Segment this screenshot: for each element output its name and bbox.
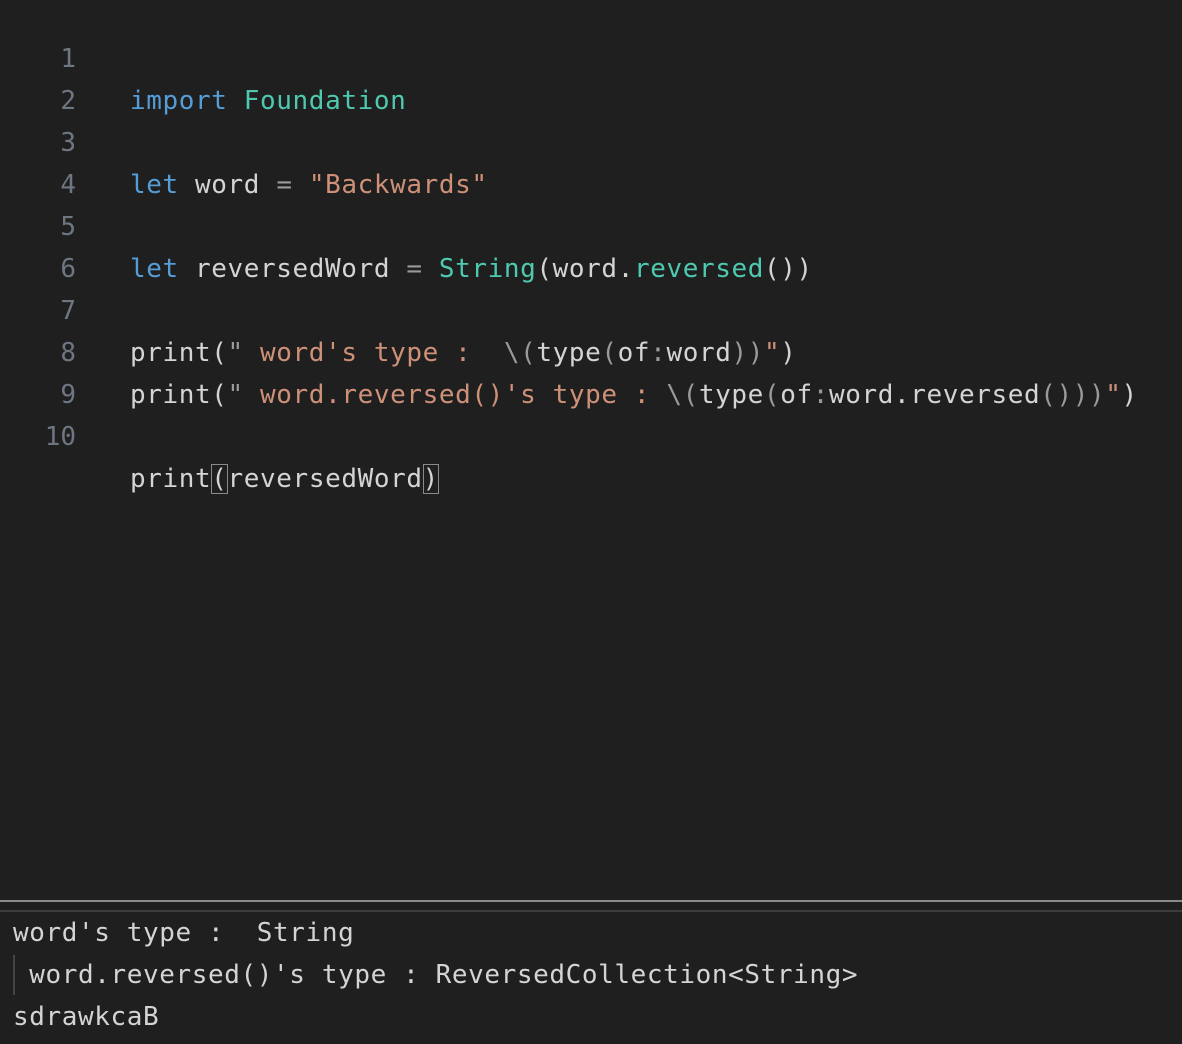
- code-line[interactable]: 7 print(" word's type : \(type(of:word))…: [0, 248, 1182, 368]
- code-content[interactable]: print(reversedWord): [130, 458, 439, 500]
- console-line: word's type : String: [13, 918, 355, 948]
- code-line[interactable]: 2: [0, 38, 1182, 116]
- console-line: word.reversed()'s type : ReversedCollect…: [13, 960, 859, 990]
- console-output-panel[interactable]: word's type : String word.reversed()'s t…: [0, 912, 1182, 1044]
- bracket-match-highlight: ): [422, 464, 439, 494]
- code-line[interactable]: 1 import Foundation: [0, 0, 1182, 116]
- code-line[interactable]: 10 print(reversedWord): [0, 374, 1182, 494]
- code-line[interactable]: 3 let word = "Backwards": [0, 80, 1182, 200]
- identifier-token: reversedWord: [227, 464, 423, 494]
- console-line: sdrawkcaB: [13, 1002, 160, 1032]
- line-number: 10: [44, 422, 76, 452]
- playground-window: 1 import Foundation 2 3 let word = "Back…: [0, 0, 1182, 1044]
- code-line[interactable]: 8 print(" word.reversed()'s type : \(typ…: [0, 290, 1182, 410]
- code-line[interactable]: 6: [0, 206, 1182, 284]
- code-line[interactable]: 4: [0, 122, 1182, 200]
- function-token: print: [130, 464, 212, 494]
- code-editor[interactable]: 1 import Foundation 2 3 let word = "Back…: [0, 0, 1182, 900]
- bracket-match-highlight: (: [211, 464, 228, 494]
- code-line[interactable]: 5 let reversedWord = String(word.reverse…: [0, 164, 1182, 284]
- indent-guide: [13, 955, 15, 995]
- code-line[interactable]: 9: [0, 332, 1182, 410]
- console-divider[interactable]: [0, 900, 1182, 902]
